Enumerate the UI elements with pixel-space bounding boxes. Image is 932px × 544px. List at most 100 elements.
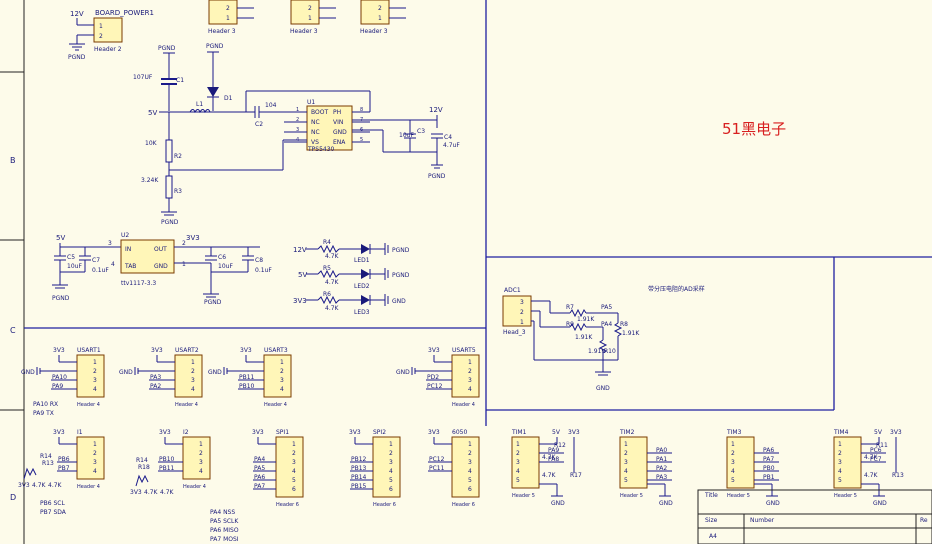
usart1-header-pin: 4 — [93, 386, 97, 393]
tim4-header-pin: 1 — [838, 441, 842, 448]
usart1-header-pin: 2 — [93, 368, 97, 375]
tim2-header-signal: PA2 — [656, 465, 667, 472]
svg-text:PGND: PGND — [392, 272, 410, 279]
svg-text:R7: R7 — [566, 304, 574, 311]
usart1-header-footer: Header 4 — [77, 402, 100, 408]
tim2-header-pin: 1 — [624, 441, 628, 448]
i2c1-header-signal: PB6 — [58, 456, 70, 463]
i2c-pull-value: 4.7K — [32, 482, 47, 489]
u2-ref: U2 — [121, 232, 129, 239]
svg-text:1: 1 — [308, 15, 312, 22]
svg-text:PGND: PGND — [428, 173, 446, 180]
i2c1-header-note: PB7 SDA — [40, 509, 67, 516]
spi2-header-pin: 3 — [389, 459, 393, 466]
mpu6050-header-footer: Header 6 — [452, 502, 475, 508]
l1-ref: L1 — [196, 101, 203, 108]
svg-text:R8: R8 — [620, 321, 628, 328]
spi1-header-signal: PA4 — [254, 456, 265, 463]
i2c-pull-value: 4.7K — [144, 489, 159, 496]
i2c2-header-pin: 1 — [199, 441, 203, 448]
svg-text:Title: Title — [704, 492, 718, 499]
ldo-regulator: 5V U2 IN OUT TAB GND 3 2 4 1 ttv1117-3.3… — [52, 232, 272, 306]
usart1-header-note: PA9 TX — [33, 410, 54, 417]
svg-text:Header 3: Header 3 — [290, 28, 318, 35]
tim2-header-pin: 3 — [624, 459, 628, 466]
usart2-header: USART2 1 2 3 4 Header 4 3V3 GND PA3 PA2 — [119, 347, 203, 408]
usart5-header-pin: 1 — [468, 359, 472, 366]
usart3-header-footer: Header 4 — [264, 402, 287, 408]
usart2-header-pin: 1 — [191, 359, 195, 366]
i2c1-header-ref: I1 — [77, 429, 83, 436]
svg-text:Header 3: Header 3 — [360, 28, 388, 35]
spi1-header-signal: PA6 — [254, 474, 265, 481]
spi1-header-note: PA6 MISO — [210, 527, 239, 534]
tim3-header-gnd: GND — [766, 500, 780, 507]
i2c1-header-pin: 3 — [93, 459, 97, 466]
spi1-header-signal: PA7 — [254, 483, 265, 490]
usart1-header-vcc: 3V3 — [53, 347, 65, 354]
svg-text:2: 2 — [378, 5, 382, 12]
svg-text:PA4: PA4 — [601, 321, 612, 328]
board-power-connector: 12V BOARD_POWER1 1 2 PGND Header 2 — [68, 9, 154, 61]
u1-pin-name: VS — [311, 139, 319, 146]
svg-text:1.91K: 1.91K — [622, 330, 640, 337]
tim1-header-pull-vcc: 3V3 — [568, 429, 580, 436]
u1-pin-name: NC — [311, 129, 320, 136]
sheet-frame: B C D — [0, 0, 25, 544]
svg-text:C5: C5 — [67, 254, 75, 261]
i2c2-header-pin: 3 — [199, 459, 203, 466]
mpu6050-header-pin: 6 — [468, 486, 472, 493]
svg-text:A4: A4 — [709, 533, 717, 540]
usart3-header: USART3 1 2 3 4 Header 4 3V3 GND PB11 PB10 — [208, 347, 292, 408]
usart5-header: USART5 1 2 3 4 Header 4 3V3 GND PD2 PC12 — [396, 347, 480, 408]
u1-pin-num: 1 — [296, 107, 299, 113]
tim4-header-footer: Header 5 — [834, 493, 857, 499]
mpu6050-header-pin: 5 — [468, 477, 472, 484]
adc-note: 带分压电阻的AD采样 — [648, 285, 705, 293]
spi1-header: SPI11 2 3 4 5 6 Header 6 3V3 PA4 PA5 PA6 PA7 PA4 NSS… — [210, 429, 304, 543]
svg-text:TAB: TAB — [124, 263, 136, 270]
tim3-header-footer: Header 5 — [727, 493, 750, 499]
u1-pin-name: ENA — [333, 139, 346, 146]
spi1-header-pin: 1 — [292, 441, 296, 448]
tim2-header-signal: PA0 — [656, 447, 667, 454]
spi1-header-pin: 6 — [292, 486, 296, 493]
spi2-header-ref: SPI2 — [373, 429, 386, 436]
usart3-header-ref: USART3 — [264, 347, 288, 354]
usart5-header-signal: PD2 — [427, 374, 439, 381]
buck-5v-net: 5V — [148, 109, 157, 117]
c4-value: 4.7uF — [443, 142, 460, 149]
usart3-header-gnd: GND — [208, 369, 222, 376]
u1-pin-num: 3 — [296, 127, 299, 133]
i2c-pull-vcc: 3V3 — [130, 489, 142, 496]
led-row-1: 12V R4 4.7K LED1 PGND — [293, 239, 410, 264]
tim1-header-footer: Header 5 — [512, 493, 535, 499]
svg-text:1: 1 — [99, 23, 103, 30]
tim1-header: TIM112345Header 55VPA9PA8GNDR12R174.7K4.… — [511, 429, 582, 507]
buck-12v-net: 12V — [429, 106, 443, 114]
svg-text:4.7K: 4.7K — [325, 305, 340, 312]
c3-ref: C3 — [417, 128, 425, 135]
mpu6050-header-pin: 2 — [468, 450, 472, 457]
tim4-header-pull-ref: R13 — [892, 472, 904, 479]
usart2-header-pin: 2 — [191, 368, 195, 375]
tim2-header-footer: Header 5 — [620, 493, 643, 499]
svg-text:5V: 5V — [56, 234, 65, 242]
tim1-header-pin: 5 — [516, 477, 520, 484]
svg-text:PGND: PGND — [52, 295, 70, 302]
tim1-header-pull-ref: R17 — [570, 472, 582, 479]
schematic-sheet: B C D 51黑电子 12V BOARD_POWER1 1 2 PGND He… — [0, 0, 932, 544]
i2c-pull-ref: R14 — [40, 453, 52, 460]
i2c2-header-vcc: 3V3 — [159, 429, 171, 436]
svg-text:GND: GND — [392, 298, 406, 305]
i2c-pull-ref: R13 — [42, 460, 54, 467]
svg-text:0.1uF: 0.1uF — [255, 267, 272, 274]
tim3-header-pin: 5 — [731, 477, 735, 484]
i2c-pull-vcc: 3V3 — [18, 482, 30, 489]
tim2-header: TIM2 1 2 3 4 5 Header 5 PA0 PA1 PA2 PA3 GND — [619, 429, 673, 507]
c1-value: 107UF — [133, 74, 153, 81]
tim4-header-pin: 3 — [838, 459, 842, 466]
u1-pin-name: GND — [333, 129, 347, 136]
spi1-header-pin: 5 — [292, 477, 296, 484]
usart3-header-pin: 3 — [280, 377, 284, 384]
